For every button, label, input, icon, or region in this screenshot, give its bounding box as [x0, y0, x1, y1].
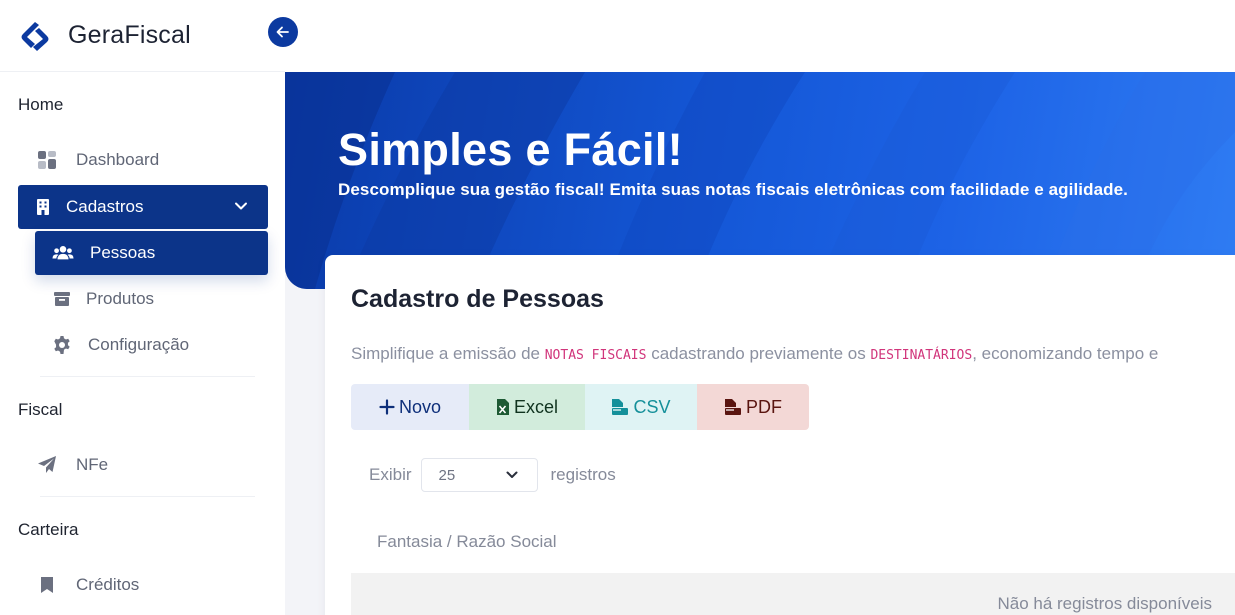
page-length-value: 25 [438, 466, 456, 484]
sidebar-item-produtos[interactable]: Produtos [51, 287, 154, 311]
desc-text: Simplifique a emissão de [351, 344, 545, 363]
topbar [285, 0, 1235, 72]
brand-name: GeraFiscal [68, 21, 191, 49]
sidebar-item-label: Cadastros [66, 197, 144, 216]
plus-icon [379, 399, 395, 415]
csv-button[interactable]: CSV [585, 384, 697, 430]
sidebar-item-configuracao[interactable]: Configuração [51, 333, 189, 357]
new-button[interactable]: Novo [351, 384, 469, 430]
gear-icon [51, 334, 73, 356]
box-icon [51, 288, 73, 310]
table-body: Não há registros disponíveis [351, 573, 1235, 615]
users-icon [52, 242, 74, 264]
column-header-fantasia[interactable]: Fantasia / Razão Social [377, 532, 557, 552]
chevron-down-icon [234, 199, 248, 213]
arrow-left-icon [276, 26, 289, 38]
page-length-control: Exibir 25 registros [369, 458, 616, 492]
sidebar-item-creditos[interactable]: Créditos [36, 573, 139, 597]
length-label-before: Exibir [369, 465, 412, 484]
page-length-select[interactable]: 25 [420, 458, 538, 492]
sidebar-item-label: Configuração [88, 335, 190, 354]
page-title: Cadastro de Pessoas [351, 285, 604, 313]
sidebar-item-label: Dashboard [76, 150, 160, 169]
action-buttons: Novo Excel CSV PDF [351, 384, 809, 430]
desc-code: NOTAS FISCAIS [544, 348, 647, 363]
excel-button-label: Excel [513, 396, 558, 417]
sidebar-item-cadastros[interactable]: Cadastros [18, 185, 268, 229]
sidebar-item-dashboard[interactable]: Dashboard [36, 148, 159, 172]
dashboard-icon [36, 149, 58, 171]
hero-title: Simples e Fácil! [338, 124, 683, 175]
section-fiscal: Fiscal [18, 400, 63, 419]
sidebar-item-label: Produtos [86, 289, 155, 308]
sidebar-item-pessoas[interactable]: Pessoas [35, 231, 268, 275]
hero-subtitle: Descomplique sua gestão fiscal! Emita su… [338, 180, 1128, 199]
new-button-label: Novo [398, 396, 442, 417]
excel-button[interactable]: Excel [469, 384, 585, 430]
chevron-down-icon [506, 471, 518, 478]
building-icon [32, 196, 54, 218]
paper-plane-icon [36, 454, 58, 476]
cadastro-card: Cadastro de Pessoas Simplifique a emissã… [325, 255, 1235, 615]
csv-button-label: CSV [633, 396, 671, 417]
page-description: Simplifique a emissão de NOTAS FISCAIS c… [351, 344, 1158, 364]
file-excel-icon [496, 398, 510, 416]
file-csv-icon [611, 398, 629, 416]
file-pdf-icon [724, 398, 742, 416]
sidebar-item-nfe[interactable]: NFe [36, 453, 108, 477]
brand[interactable]: GeraFiscal [0, 0, 285, 72]
empty-table-message: Não há registros disponíveis [997, 594, 1212, 613]
collapse-sidebar-button[interactable] [268, 17, 298, 47]
divider [40, 376, 255, 377]
desc-text: , economizando tempo e [972, 344, 1159, 363]
sidebar-item-label: NFe [76, 455, 109, 474]
desc-text: cadastrando previamente os [646, 344, 871, 363]
length-label-after: registros [550, 465, 616, 484]
pdf-button-label: PDF [746, 396, 782, 417]
sidebar-item-label: Pessoas [90, 243, 156, 262]
sidebar: GeraFiscal Home Dashboard Cadastros Pess… [0, 0, 285, 615]
sidebar-item-label: Créditos [76, 575, 140, 594]
pdf-button[interactable]: PDF [697, 384, 809, 430]
divider [40, 496, 255, 497]
section-carteira: Carteira [18, 520, 79, 539]
gerafiscal-logo-icon [21, 21, 49, 51]
bookmark-icon [36, 574, 58, 596]
section-home: Home [18, 95, 64, 114]
desc-code: DESTINATÁRIOS [870, 348, 973, 363]
